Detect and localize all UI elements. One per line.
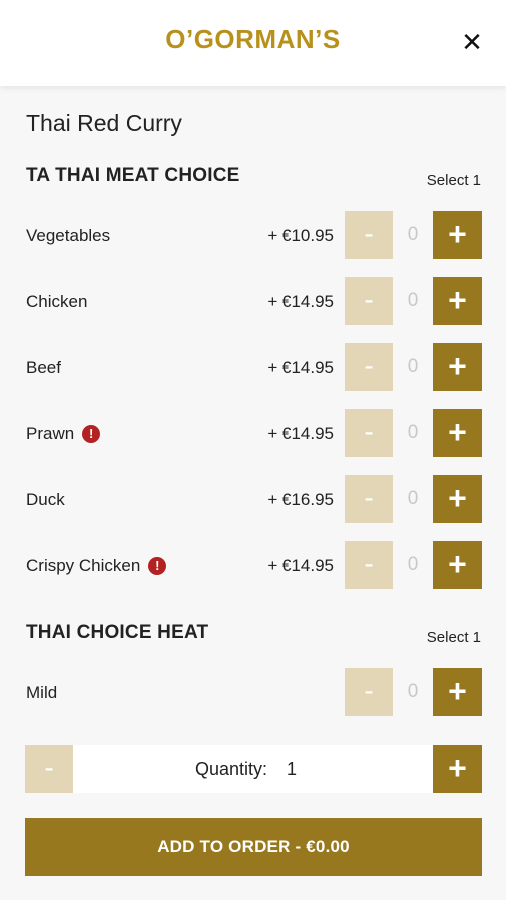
option-row-chicken: Chicken + €14.95 - 0 + [0, 277, 506, 327]
increment-button[interactable]: + [433, 211, 482, 259]
option-count: 0 [407, 681, 419, 702]
decrement-button[interactable]: - [345, 541, 393, 589]
option-price: + €14.95 [267, 556, 334, 575]
option-name: Chicken [26, 292, 88, 311]
option-name: Prawn! [26, 424, 101, 444]
brand-logo: O’GORMAN’S [165, 24, 341, 54]
decrement-button[interactable]: - [345, 211, 393, 259]
increment-button[interactable]: + [433, 409, 482, 457]
option-name: Vegetables [26, 226, 111, 245]
option-price: + €14.95 [267, 424, 334, 443]
option-row-mild: Mild - 0 + [0, 668, 506, 718]
select-note-heat: Select 1 [426, 629, 481, 646]
increment-button[interactable]: + [433, 343, 482, 391]
quantity-value: 1 [287, 759, 298, 779]
allergy-alert-icon[interactable]: ! [82, 425, 101, 443]
option-count: 0 [407, 356, 419, 377]
select-note-meat-choice: Select 1 [426, 172, 481, 189]
option-row-duck: Duck + €16.95 - 0 + [0, 475, 506, 525]
option-row-vegetables: Vegetables + €10.95 - 0 + [0, 211, 506, 261]
option-price: + €10.95 [267, 226, 334, 245]
quantity-stepper: - Quantity: 1 + [25, 745, 482, 793]
decrement-button[interactable]: - [345, 668, 393, 716]
option-row-beef: Beef + €14.95 - 0 + [0, 343, 506, 393]
option-row-crispy-chicken: Crispy Chicken! + €14.95 - 0 + [0, 541, 506, 591]
section-title-meat-choice: TA THAI MEAT CHOICE [26, 165, 240, 186]
increment-button[interactable]: + [433, 668, 482, 716]
option-name: Beef [26, 358, 61, 377]
option-price: + €16.95 [267, 490, 334, 509]
option-row-prawn: Prawn! + €14.95 - 0 + [0, 409, 506, 459]
increment-button[interactable]: + [433, 541, 482, 589]
close-icon[interactable]: ✕ [458, 28, 486, 56]
add-to-order-button[interactable]: ADD TO ORDER - €0.00 [25, 818, 482, 876]
option-name: Mild [26, 683, 58, 702]
option-name: Crispy Chicken! [26, 556, 167, 576]
option-count: 0 [407, 290, 419, 311]
quantity-label: Quantity: [195, 759, 268, 779]
option-count: 0 [407, 224, 419, 245]
quantity-decrement-button[interactable]: - [25, 745, 73, 793]
option-count: 0 [407, 554, 419, 575]
decrement-button[interactable]: - [345, 277, 393, 325]
dish-title: Thai Red Curry [26, 110, 182, 136]
decrement-button[interactable]: - [345, 343, 393, 391]
option-name: Duck [26, 490, 65, 509]
option-price: + €14.95 [267, 358, 334, 377]
decrement-button[interactable]: - [345, 475, 393, 523]
decrement-button[interactable]: - [345, 409, 393, 457]
option-price: + €14.95 [267, 292, 334, 311]
allergy-alert-icon[interactable]: ! [148, 557, 167, 575]
option-count: 0 [407, 488, 419, 509]
increment-button[interactable]: + [433, 475, 482, 523]
quantity-increment-button[interactable]: + [433, 745, 482, 793]
section-title-heat: THAI CHOICE HEAT [26, 622, 209, 643]
increment-button[interactable]: + [433, 277, 482, 325]
app-header: O’GORMAN’S ✕ [0, 0, 506, 86]
option-count: 0 [407, 422, 419, 443]
